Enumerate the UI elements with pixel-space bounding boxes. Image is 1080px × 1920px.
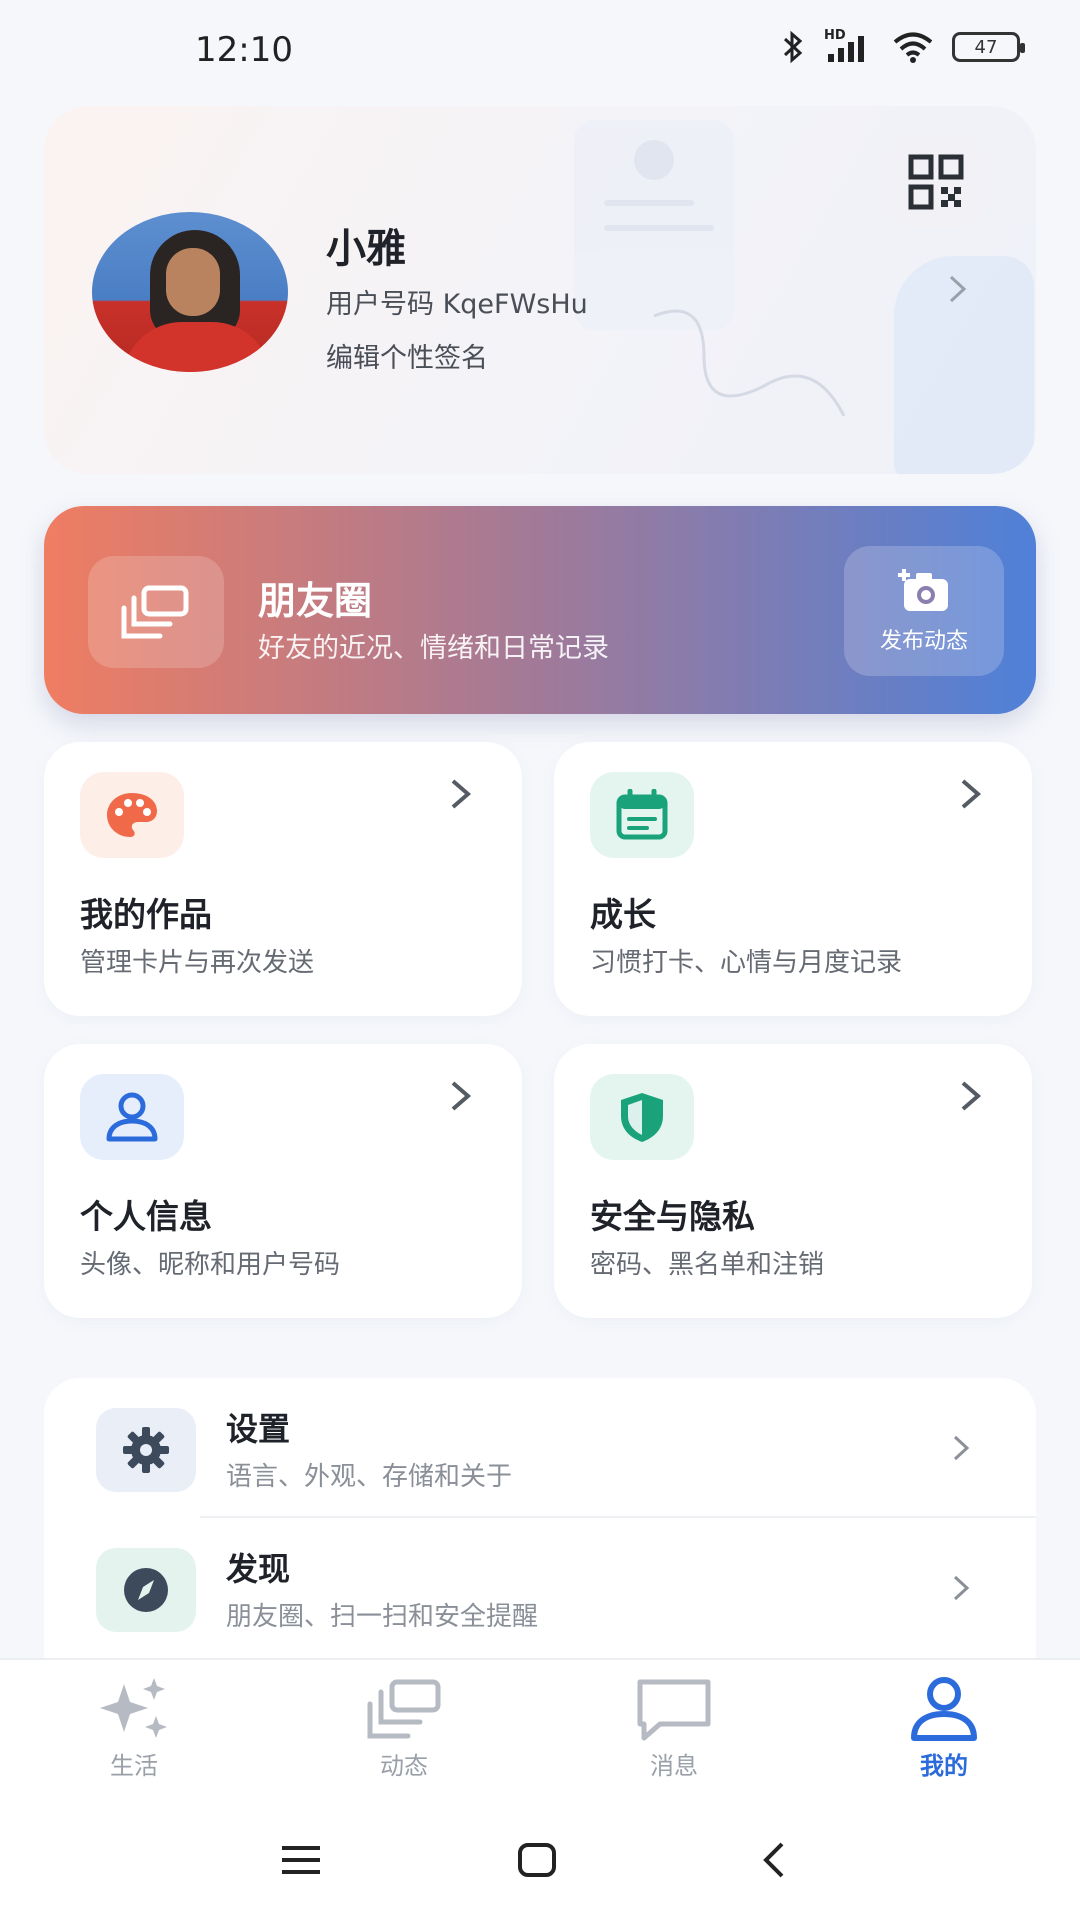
profile-user-id: 用户号码 KqeFWsHu — [326, 289, 588, 320]
chevron-right-icon — [961, 779, 982, 809]
post-moment-button[interactable]: 发布动态 — [844, 546, 1004, 676]
tab-life[interactable]: 生活 — [54, 1676, 214, 1796]
qr-code-button[interactable] — [886, 136, 986, 228]
card-my-works[interactable]: 我的作品 管理卡片与再次发送 — [44, 742, 522, 1016]
calendar-icon — [616, 789, 668, 840]
list-item-subtitle: 语言、外观、存储和关于 — [226, 1462, 513, 1492]
moments-title: 朋友圈 — [258, 579, 373, 623]
home-icon[interactable] — [516, 1840, 558, 1880]
card-security-privacy[interactable]: 安全与隐私 密码、黑名单和注销 — [554, 1044, 1032, 1318]
moments-icon-box — [88, 556, 224, 668]
compass-icon — [124, 1568, 168, 1612]
gear-icon — [123, 1427, 169, 1473]
signal-icon — [828, 36, 864, 62]
tab-me[interactable]: 我的 — [864, 1676, 1024, 1796]
card-subtitle: 密码、黑名单和注销 — [590, 1250, 825, 1280]
menu-icon[interactable] — [280, 1840, 322, 1880]
list-item-subtitle: 朋友圈、扫一扫和安全提醒 — [226, 1602, 539, 1632]
card-title: 我的作品 — [80, 895, 212, 934]
status-time: 12:10 — [195, 30, 293, 70]
list-item-title: 发现 — [226, 1550, 291, 1588]
chevron-right-icon — [953, 1575, 970, 1601]
info-icon-box — [80, 1074, 184, 1160]
tab-label: 我的 — [920, 1752, 968, 1780]
card-growth[interactable]: 成长 习惯打卡、心情与月度记录 — [554, 742, 1032, 1016]
list-item-settings[interactable]: 设置 语言、外观、存储和关于 — [44, 1378, 1036, 1518]
sparkle-icon — [100, 1678, 167, 1738]
card-title: 个人信息 — [80, 1197, 212, 1236]
qr-code-icon — [908, 154, 964, 210]
security-icon-box — [590, 1074, 694, 1160]
system-nav-bar — [0, 1810, 1080, 1920]
user-icon — [911, 1677, 977, 1741]
camera-plus-icon — [898, 569, 948, 611]
settings-icon-box — [96, 1408, 196, 1492]
card-subtitle: 习惯打卡、心情与月度记录 — [590, 948, 903, 978]
network-badge: HD — [824, 28, 874, 64]
discover-icon-box — [96, 1548, 196, 1632]
tab-feed[interactable]: 动态 — [324, 1676, 484, 1796]
card-personal-info[interactable]: 个人信息 头像、昵称和用户号码 — [44, 1044, 522, 1318]
tab-label: 消息 — [650, 1752, 698, 1780]
chevron-right-icon — [451, 779, 472, 809]
palette-icon — [107, 793, 157, 837]
avatar[interactable] — [92, 212, 288, 372]
tab-label: 生活 — [110, 1752, 158, 1780]
moments-subtitle: 好友的近况、情绪和日常记录 — [258, 633, 609, 664]
status-bar: 12:10 HD 47 — [0, 0, 1080, 100]
list-item-discover[interactable]: 发现 朋友圈、扫一扫和安全提醒 — [44, 1518, 1036, 1658]
growth-icon-box — [590, 772, 694, 858]
chat-icon — [637, 1679, 711, 1741]
tab-label: 动态 — [380, 1752, 428, 1780]
chevron-right-icon — [961, 1081, 982, 1111]
card-subtitle: 管理卡片与再次发送 — [80, 948, 315, 978]
status-icons: HD 47 — [780, 28, 1025, 64]
list-item-title: 设置 — [226, 1410, 291, 1448]
moments-banner[interactable]: 朋友圈 好友的近况、情绪和日常记录 发布动态 — [44, 506, 1036, 714]
settings-list: 设置 语言、外观、存储和关于 发现 朋友圈、扫一扫和安全提醒 — [44, 1378, 1036, 1658]
profile-name: 小雅 — [326, 226, 406, 272]
back-icon[interactable] — [760, 1840, 790, 1880]
chevron-right-icon — [953, 1435, 970, 1461]
battery-indicator: 47 — [952, 32, 1025, 62]
works-icon-box — [80, 772, 184, 858]
bluetooth-icon — [783, 30, 803, 64]
card-title: 成长 — [590, 895, 656, 934]
shield-icon — [621, 1093, 663, 1142]
bottom-tab-bar: 生活 动态 消息 我的 — [0, 1658, 1080, 1810]
card-title: 安全与隐私 — [590, 1197, 755, 1236]
tab-messages[interactable]: 消息 — [594, 1676, 754, 1796]
wifi-icon — [893, 32, 933, 63]
profile-card[interactable]: 小雅 用户号码 KqeFWsHu 编辑个性签名 — [44, 106, 1036, 474]
layers-icon — [367, 1679, 441, 1739]
layers-icon — [121, 585, 189, 639]
card-subtitle: 头像、昵称和用户号码 — [80, 1250, 341, 1280]
chevron-right-icon — [949, 275, 967, 303]
post-moment-label: 发布动态 — [879, 629, 968, 654]
user-icon — [106, 1092, 158, 1142]
profile-signature[interactable]: 编辑个性签名 — [326, 336, 488, 375]
chevron-right-icon — [451, 1081, 472, 1111]
decorative-curve — [653, 309, 846, 417]
